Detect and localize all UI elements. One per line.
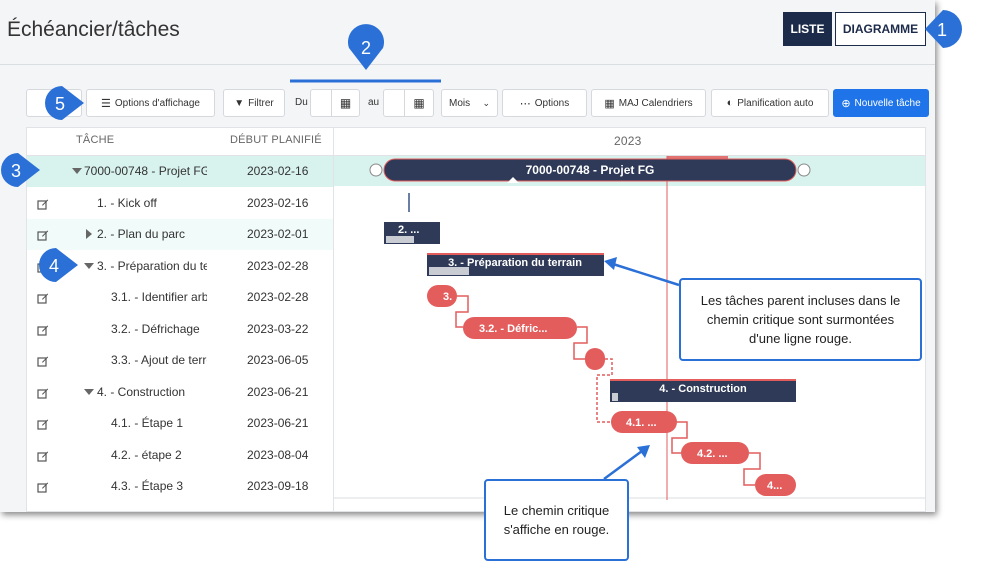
edit-icon[interactable] <box>37 260 49 273</box>
column-header-start[interactable]: DÉBUT PLANIFIÉ <box>230 134 322 146</box>
auto-planning-label: Planification auto <box>737 97 814 109</box>
edit-icon[interactable] <box>37 417 49 430</box>
task-name[interactable]: 7000-00748 - Projet FG <box>84 164 207 178</box>
task-start-date: 2023-02-16 <box>247 195 309 210</box>
task-name[interactable]: 4.2. - étape 2 <box>111 448 207 462</box>
period-select[interactable]: Mois ⌄ <box>441 89 498 117</box>
plus-circle-icon: ⊕ <box>841 97 851 110</box>
display-options-button[interactable]: ☰ Options d'affichage <box>86 89 215 117</box>
auto-planning-button[interactable]: ◐ Planification auto <box>711 89 829 117</box>
auto-planning-icon: ◐ <box>726 97 734 109</box>
task-start-date: 2023-08-04 <box>247 447 309 462</box>
edit-icon[interactable] <box>37 354 49 367</box>
new-task-button[interactable]: ⊕ Nouvelle tâche <box>833 89 929 117</box>
task-name[interactable]: 3.3. - Ajout de terre <box>111 353 207 367</box>
task-name[interactable]: 3. - Préparation du terrain <box>97 259 207 273</box>
edit-icon[interactable] <box>37 449 49 462</box>
from-label: Du <box>295 97 308 108</box>
edit-icon[interactable] <box>37 480 49 493</box>
task-name[interactable]: 4.3. - Étape 3 <box>111 479 207 493</box>
update-calendars-button[interactable]: ▦ MAJ Calendriers <box>591 89 706 117</box>
header-separator <box>0 64 935 65</box>
task-name[interactable]: 4.1. - Étape 1 <box>111 416 207 430</box>
view-list-button[interactable]: LISTE <box>783 12 832 46</box>
column-divider <box>333 127 334 512</box>
task-start-date: 2023-06-21 <box>247 384 309 399</box>
lines-icon: ☰ <box>101 97 111 110</box>
options-label: Options <box>534 97 570 109</box>
filter-icon: ▼ <box>234 97 245 109</box>
to-calendar-button[interactable]: ▦ <box>404 89 434 117</box>
task-start-date: 2023-06-21 <box>247 416 309 430</box>
expand-icon: ⛶ <box>50 97 58 109</box>
to-date-input[interactable] <box>383 89 405 117</box>
edit-icon[interactable] <box>37 323 49 336</box>
edit-icon[interactable] <box>37 228 49 241</box>
caret-down-icon[interactable] <box>84 262 94 269</box>
task-start-date: 2023-06-05 <box>247 353 309 367</box>
caret-down-icon[interactable] <box>84 388 94 395</box>
chevron-down-icon: ⌄ <box>482 97 490 108</box>
dots-icon: ⋯ <box>519 97 531 110</box>
caret-right-icon[interactable] <box>86 229 92 239</box>
new-task-label: Nouvelle tâche <box>854 97 921 109</box>
callout-parent-tasks: Les tâches parent incluses dans le chemi… <box>679 278 922 361</box>
task-start-date: 2023-02-28 <box>247 258 309 273</box>
display-options-label: Options d'affichage <box>114 97 200 109</box>
column-header-task[interactable]: TÂCHE <box>76 134 114 146</box>
edit-icon[interactable] <box>37 386 49 399</box>
page-title: Échéancier/tâches <box>7 18 180 41</box>
filter-button[interactable]: ▼ Filtrer <box>223 89 285 117</box>
expand-button[interactable]: ⛶ <box>26 89 82 117</box>
callout-critical-path: Le chemin critique s'affiche en rouge. <box>484 479 629 561</box>
caret-down-icon[interactable] <box>72 168 82 174</box>
period-value: Mois <box>449 97 471 109</box>
from-date-input[interactable] <box>310 89 332 117</box>
filter-label: Filtrer <box>248 97 274 109</box>
task-start-date: 2023-02-01 <box>247 227 309 241</box>
options-button[interactable]: ⋯ Options <box>502 89 587 117</box>
from-calendar-button[interactable]: ▦ <box>331 89 360 117</box>
update-calendars-label: MAJ Calendriers <box>618 97 693 109</box>
task-name[interactable]: 3.1. - Identifier arbres <box>111 290 207 304</box>
edit-icon[interactable] <box>37 197 49 210</box>
edit-icon[interactable] <box>37 291 49 304</box>
task-name[interactable]: 4. - Construction <box>97 385 207 399</box>
calendar-icon: ▦ <box>339 96 352 110</box>
task-start-date: 2023-02-28 <box>247 290 309 304</box>
gantt-row-highlight <box>334 156 925 186</box>
timeline-year: 2023 <box>614 134 642 148</box>
calendar-icon: ▦ <box>413 96 425 110</box>
to-label: au <box>368 97 380 108</box>
task-name[interactable]: 2. - Plan du parc <box>97 227 207 241</box>
task-start-date: 2023-02-16 <box>247 164 309 178</box>
view-diagram-button[interactable]: DIAGRAMME <box>835 12 926 46</box>
calendar-gear-icon: ▦ <box>604 97 615 110</box>
task-start-date: 2023-09-18 <box>247 479 309 493</box>
task-name[interactable]: 1. - Kick off <box>97 196 207 210</box>
svg-text:1: 1 <box>937 20 947 40</box>
task-start-date: 2023-03-22 <box>247 321 309 336</box>
task-name[interactable]: 3.2. - Défrichage <box>111 322 207 336</box>
